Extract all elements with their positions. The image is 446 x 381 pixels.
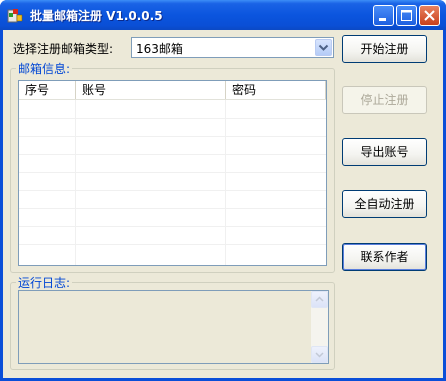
grid-line (19, 154, 326, 155)
dropdown-button[interactable] (315, 39, 332, 56)
grid-line (19, 172, 326, 173)
mail-type-label: 选择注册邮箱类型: (13, 42, 114, 56)
app-icon (7, 9, 23, 23)
mailbox-list[interactable]: 序号 账号 密码 (18, 80, 327, 266)
list-header: 序号 账号 密码 (19, 81, 326, 100)
column-header-password[interactable]: 密码 (226, 81, 326, 99)
grid-line (19, 118, 326, 119)
chevron-down-icon (318, 44, 329, 51)
scroll-up-button[interactable] (311, 291, 328, 308)
column-header-index[interactable]: 序号 (19, 81, 76, 99)
grid-line (19, 190, 326, 191)
auto-register-button[interactable]: 全自动注册 (342, 190, 427, 218)
log-scrollbar[interactable] (311, 291, 328, 363)
stop-register-button[interactable]: 停止注册 (342, 86, 427, 114)
mail-type-value: 163邮箱 (136, 42, 183, 56)
maximize-icon (401, 10, 412, 21)
grid-line (19, 244, 326, 245)
minimize-button[interactable] (373, 5, 394, 26)
main-window: 批量邮箱注册 V1.0.0.5 选择注册邮箱类型: 163邮箱 邮箱信息: 序号… (0, 0, 446, 381)
client-area: 选择注册邮箱类型: 163邮箱 邮箱信息: 序号 账号 密码 运行日志: 开始注… (3, 30, 443, 378)
grid-line (19, 208, 326, 209)
start-register-button[interactable]: 开始注册 (342, 35, 427, 63)
grid-line (19, 226, 326, 227)
scroll-down-button[interactable] (311, 346, 328, 363)
grid-line (19, 136, 326, 137)
export-accounts-button[interactable]: 导出账号 (342, 138, 427, 166)
grid-line (75, 100, 76, 265)
title-bar[interactable]: 批量邮箱注册 V1.0.0.5 (0, 0, 446, 30)
mailbox-group-title: 邮箱信息: (16, 60, 73, 77)
mail-type-select[interactable]: 163邮箱 (131, 37, 334, 58)
maximize-button[interactable] (396, 5, 417, 26)
minimize-icon (379, 18, 386, 21)
log-textarea[interactable] (18, 290, 329, 364)
close-icon (424, 10, 435, 21)
close-button[interactable] (419, 5, 440, 26)
chevron-up-icon (315, 296, 324, 302)
contact-author-button[interactable]: 联系作者 (342, 243, 427, 271)
column-header-account[interactable]: 账号 (76, 81, 226, 99)
window-title: 批量邮箱注册 V1.0.0.5 (30, 9, 163, 23)
log-group-title: 运行日志: (16, 274, 73, 291)
chevron-down-icon (315, 352, 324, 358)
grid-line (225, 100, 226, 265)
